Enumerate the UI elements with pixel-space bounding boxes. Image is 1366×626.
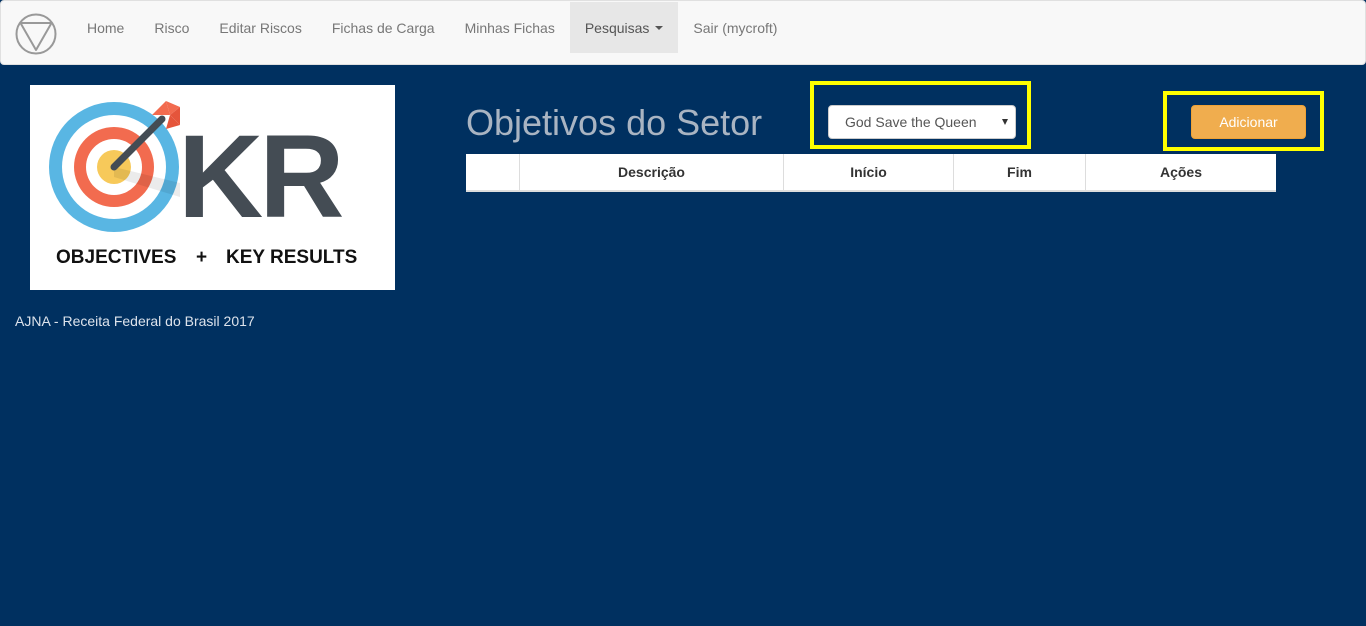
setor-select[interactable]: God Save the Queen [828, 105, 1016, 139]
objectives-table-header: Descrição Início Fim Ações [466, 154, 1276, 192]
nav-item-label: Minhas Fichas [464, 19, 555, 36]
nav-item-fichas-de-carga[interactable]: Fichas de Carga [317, 2, 450, 53]
logo-kr-text: KR [178, 111, 342, 243]
nav-item-home[interactable]: Home [72, 2, 139, 53]
nav-item-editar-riscos[interactable]: Editar Riscos [204, 2, 316, 53]
page-title: Objetivos do Setor [466, 102, 763, 143]
table-header-inicio[interactable]: Início [784, 154, 954, 190]
logo-subtitle-left: OBJECTIVES [56, 247, 176, 268]
nav-item-label: Pesquisas [584, 19, 650, 36]
table-header-descricao[interactable]: Descrição [520, 154, 784, 190]
nav-item-risco[interactable]: Risco [139, 2, 204, 53]
brand-logo-icon[interactable] [15, 13, 57, 55]
nav-item-sair[interactable]: Sair (mycroft) [678, 2, 792, 53]
okr-logo-image: KR OBJECTIVES + KEY RESULTS [30, 85, 395, 290]
setor-select-value: God Save the Queen [845, 114, 977, 130]
nav-item-minhas-fichas[interactable]: Minhas Fichas [450, 2, 570, 53]
footer-copyright: AJNA - Receita Federal do Brasil 2017 [15, 313, 255, 329]
top-navbar: Home Risco Editar Riscos Fichas de Carga… [0, 0, 1366, 65]
table-header-fim[interactable]: Fim [954, 154, 1086, 190]
dropdown-arrow-icon [1002, 119, 1008, 125]
nav-item-label: Editar Riscos [219, 19, 302, 36]
table-header-acoes: Ações [1159, 164, 1203, 180]
nav-item-label: Risco [154, 19, 190, 36]
nav-item-label: Fichas de Carga [331, 19, 435, 36]
main-nav: Home Risco Editar Riscos Fichas de Carga… [72, 2, 792, 53]
caret-down-icon [655, 25, 664, 30]
nav-dropdown-pesquisas[interactable]: Pesquisas [569, 2, 679, 53]
nav-item-label: Sair (mycroft) [693, 19, 778, 36]
okr-logo-graphic: KR OBJECTIVES + KEY RESULTS [49, 101, 357, 268]
add-button[interactable]: Adicionar [1191, 105, 1306, 139]
logo-subtitle-plus: + [196, 247, 207, 268]
nav-item-label: Home [87, 19, 125, 36]
logo-subtitle-right: KEY RESULTS [226, 247, 357, 268]
table-header-cell [466, 154, 520, 190]
